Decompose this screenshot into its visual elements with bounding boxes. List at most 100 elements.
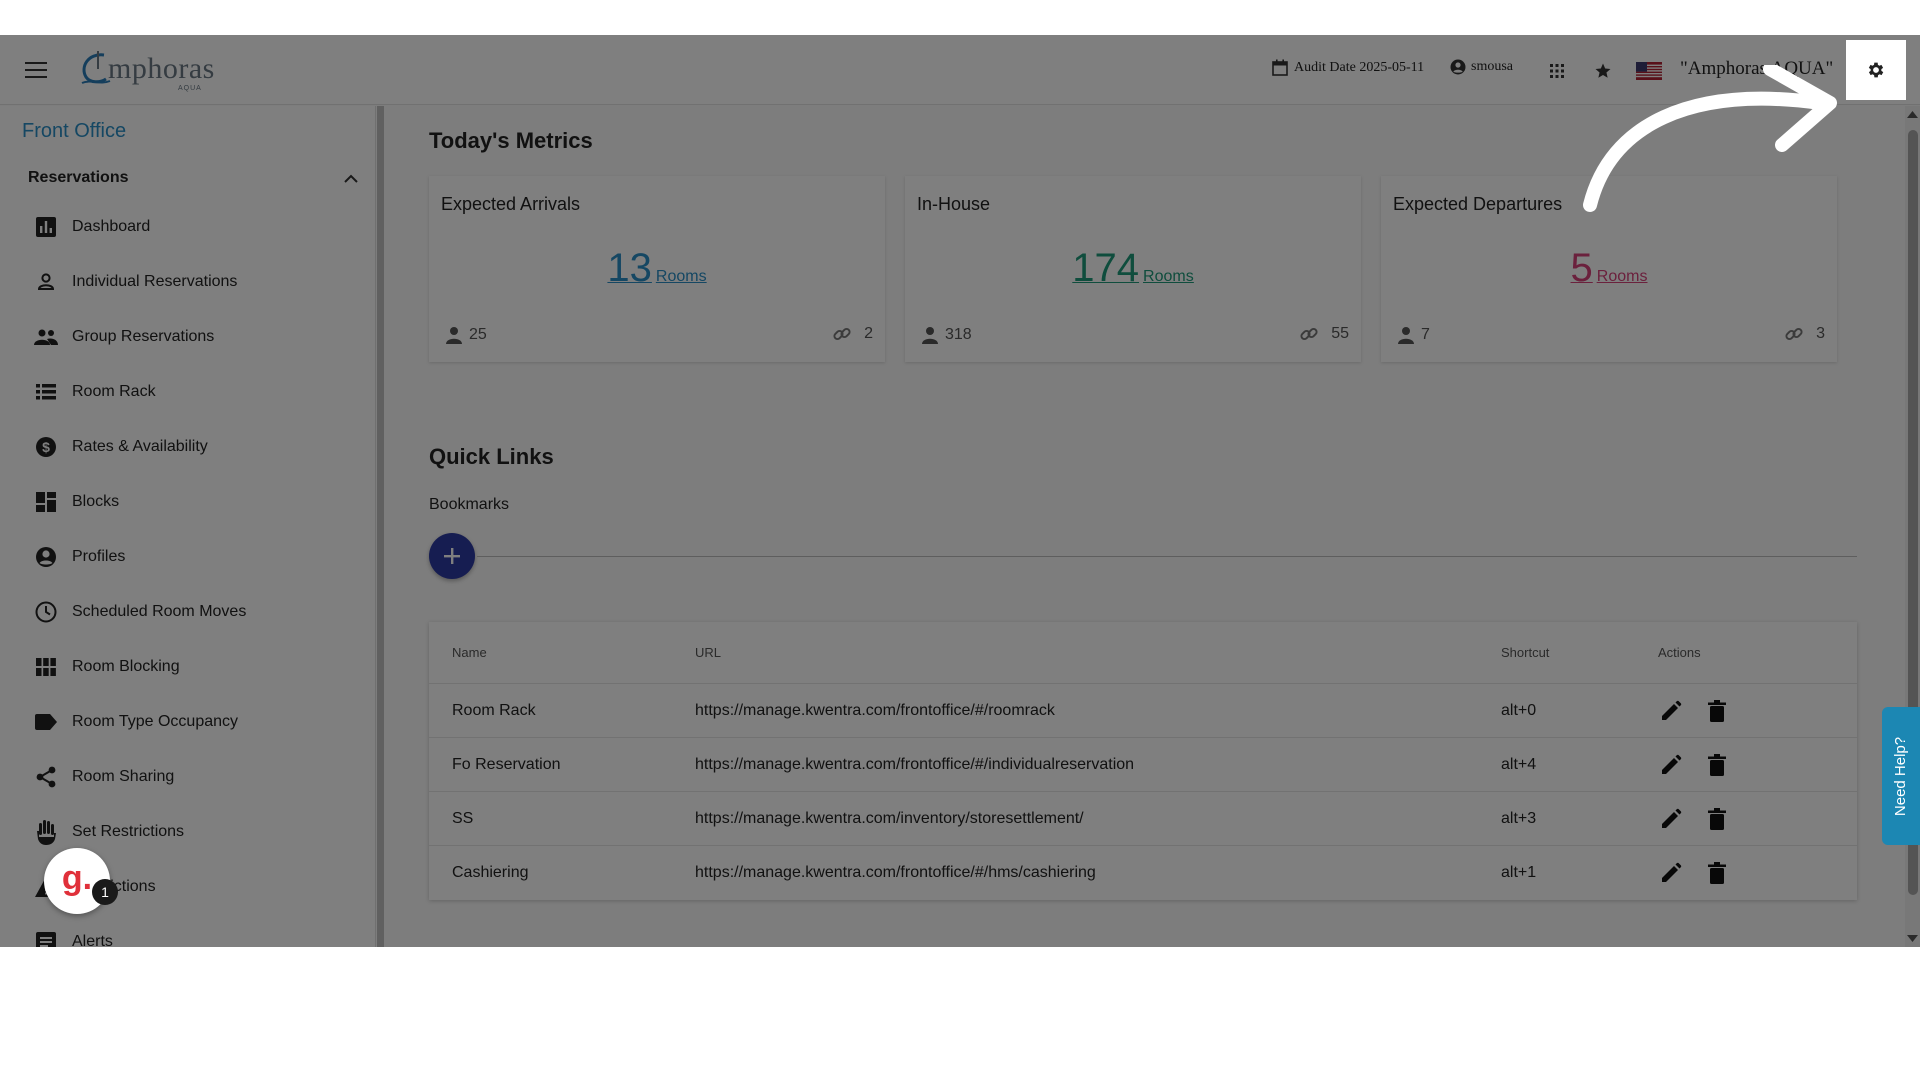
sidebar-item-room-sharing[interactable]: Room Sharing <box>34 759 364 795</box>
need-help-tab[interactable]: Need Help? <box>1882 707 1920 845</box>
row-actions <box>1658 684 1730 737</box>
link-icon <box>1300 327 1318 341</box>
reservations-group-header[interactable]: Reservations <box>28 166 358 190</box>
bookmark-url[interactable]: https://manage.kwentra.com/frontoffice/#… <box>695 684 1055 737</box>
persons-value: 25 <box>469 326 487 343</box>
trash-icon[interactable] <box>1704 752 1730 778</box>
table-row[interactable]: Room Rack https://manage.kwentra.com/fro… <box>429 684 1857 738</box>
bookmark-url[interactable]: https://manage.kwentra.com/inventory/sto… <box>695 792 1084 845</box>
card-value[interactable]: 174 Rooms <box>905 246 1361 291</box>
group-label: Reservations <box>28 169 129 186</box>
table-row[interactable]: Cashiering https://manage.kwentra.com/fr… <box>429 846 1857 900</box>
linked-value: 55 <box>1331 325 1349 342</box>
sidebar-item-label: Scheduled Room Moves <box>72 603 247 620</box>
tutorial-arrow-icon <box>1583 65 1837 212</box>
app-window: mphoras AQUA Audit Date 2025-05-11 smous… <box>0 35 1920 947</box>
sidebar-item-label: Alerts <box>72 933 113 947</box>
bookmark-shortcut: alt+4 <box>1501 755 1537 773</box>
grid-icon <box>34 655 58 679</box>
persons-count: 25 <box>445 326 487 344</box>
bookmark-shortcut: alt+1 <box>1501 864 1537 881</box>
row-actions <box>1658 846 1730 900</box>
app-logo[interactable]: mphoras AQUA <box>78 47 215 92</box>
card-value[interactable]: 5 Rooms <box>1381 246 1837 291</box>
alert-list-icon <box>34 930 58 947</box>
persons-value: 318 <box>945 326 972 343</box>
logo-text: mphoras <box>108 52 215 85</box>
card-title: Expected Arrivals <box>441 194 581 214</box>
trash-icon[interactable] <box>1704 806 1730 832</box>
metric-card-in-house[interactable]: In-House 174 Rooms 318 55 <box>905 176 1361 362</box>
edit-icon[interactable] <box>1658 860 1684 886</box>
group-icon <box>34 325 58 349</box>
column-header-name[interactable]: Name <box>452 622 487 683</box>
rooms-count: 13 <box>607 246 652 290</box>
apps-grid-icon[interactable] <box>1545 59 1569 83</box>
bookmarks-table: Name URL Shortcut Actions Room Rack http… <box>429 622 1857 900</box>
plus-icon <box>444 548 460 564</box>
scroll-down-arrow-icon[interactable] <box>1905 933 1920 945</box>
metrics-title: Today's Metrics <box>429 128 593 153</box>
edit-icon[interactable] <box>1658 806 1684 832</box>
svg-text:$: $ <box>42 439 50 455</box>
linked-value: 2 <box>864 325 873 342</box>
account-circle-icon <box>34 545 58 569</box>
notification-count-badge: 1 <box>92 879 118 905</box>
sidebar-item-individual-reservations[interactable]: Individual Reservations <box>34 264 364 300</box>
menu-icon[interactable] <box>18 55 54 85</box>
sidebar-item-room-type-occupancy[interactable]: Room Type Occupancy <box>34 704 364 740</box>
card-value[interactable]: 13 Rooms <box>429 246 885 291</box>
sidebar-item-room-blocking[interactable]: Room Blocking <box>34 649 364 685</box>
edit-icon[interactable] <box>1658 752 1684 778</box>
metric-card-expected-arrivals[interactable]: Expected Arrivals 13 Rooms 25 2 <box>429 176 885 362</box>
trash-icon[interactable] <box>1704 698 1730 724</box>
table-header-row: Name URL Shortcut Actions <box>429 622 1857 684</box>
link-icon <box>1785 327 1803 341</box>
column-header-shortcut[interactable]: Shortcut <box>1501 622 1549 683</box>
sidebar-item-dashboard[interactable]: Dashboard <box>34 209 364 245</box>
add-bookmark-button[interactable] <box>429 533 475 579</box>
bookmark-name: Fo Reservation <box>452 755 561 773</box>
rooms-unit: Rooms <box>1143 268 1194 285</box>
dollar-circle-icon: $ <box>34 435 58 459</box>
scroll-up-arrow-icon[interactable] <box>1905 108 1920 120</box>
sidebar-item-group-reservations[interactable]: Group Reservations <box>34 319 364 355</box>
persons-count: 7 <box>1397 326 1430 344</box>
hand-stop-icon <box>34 820 58 845</box>
audit-date[interactable]: Audit Date 2025-05-11 <box>1272 59 1424 76</box>
persons-value: 7 <box>1421 326 1430 343</box>
sidebar-item-rates-availability[interactable]: $ Rates & Availability <box>34 429 364 465</box>
row-actions <box>1658 792 1730 845</box>
sidebar-item-label: Room Sharing <box>72 768 175 785</box>
sidebar-item-label: Set Restrictions <box>72 823 185 840</box>
settings-button[interactable] <box>1846 40 1906 100</box>
user-menu[interactable]: smousa <box>1450 59 1513 75</box>
column-header-url[interactable]: URL <box>695 622 721 683</box>
sidebar-item-scheduled-room-moves[interactable]: Scheduled Room Moves <box>34 594 364 630</box>
sidebar-item-label: Room Type Occupancy <box>72 713 239 730</box>
sidebar-item-set-restrictions[interactable]: Set Restrictions <box>34 814 364 850</box>
edit-icon[interactable] <box>1658 698 1684 724</box>
table-row[interactable]: Fo Reservation https://manage.kwentra.co… <box>429 738 1857 792</box>
card-title: In-House <box>917 194 991 214</box>
sidebar-item-room-rack[interactable]: Room Rack <box>34 374 364 410</box>
sidebar-scrollbar[interactable] <box>377 106 384 947</box>
bookmark-url[interactable]: https://manage.kwentra.com/frontoffice/#… <box>695 846 1096 900</box>
sidebar-item-label: Dashboard <box>72 218 151 235</box>
sidebar-item-profiles[interactable]: Profiles <box>34 539 364 575</box>
linked-count: 55 <box>1299 324 1349 344</box>
sidebar-item-blocks[interactable]: Blocks <box>34 484 364 520</box>
logo-subtext: AQUA <box>178 85 202 92</box>
sidebar-item-alerts[interactable]: Alerts <box>34 924 364 947</box>
dashboard-tiles-icon <box>34 490 58 514</box>
person-outline-icon <box>34 270 58 294</box>
bookmark-url[interactable]: https://manage.kwentra.com/frontoffice/#… <box>695 738 1134 791</box>
bookmark-shortcut: alt+3 <box>1501 809 1537 827</box>
bookmark-name: Room Rack <box>452 701 536 719</box>
label-tag-icon <box>34 710 58 734</box>
table-row[interactable]: SS https://manage.kwentra.com/inventory/… <box>429 792 1857 846</box>
bookmarks-label: Bookmarks <box>429 496 510 513</box>
trash-icon[interactable] <box>1704 860 1730 886</box>
sidebar-item-label: Group Reservations <box>72 328 215 345</box>
sidebar-item-label: Room Blocking <box>72 658 180 675</box>
